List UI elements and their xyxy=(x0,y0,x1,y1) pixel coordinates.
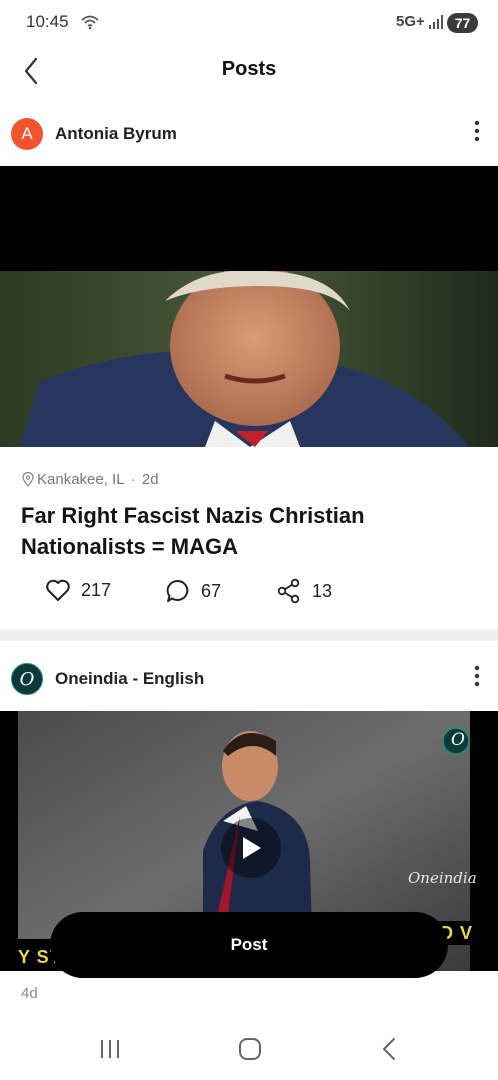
play-button[interactable] xyxy=(221,818,281,878)
post-title[interactable]: Far Right Fascist Nazis Christian Nation… xyxy=(21,500,481,562)
battery-indicator: 77 xyxy=(447,13,478,33)
home-icon[interactable] xyxy=(237,1036,263,1062)
top-app-bar: Posts xyxy=(0,46,498,96)
post-header: A Antonia Byrum xyxy=(0,106,498,162)
author-name[interactable]: Antonia Byrum xyxy=(55,124,177,144)
comment-button[interactable]: 67 xyxy=(165,578,221,604)
share-count: 13 xyxy=(312,580,333,601)
more-vertical-icon[interactable] xyxy=(474,120,480,142)
author-name[interactable]: Oneindia - English xyxy=(55,669,204,689)
post-actions: 217 67 13 xyxy=(0,578,498,612)
location-label: Kankakee, IL xyxy=(37,471,125,488)
post-header: O Oneindia - English xyxy=(0,651,498,707)
avatar[interactable]: O xyxy=(11,663,43,695)
network-type: 5G+ xyxy=(396,13,425,30)
heart-icon xyxy=(46,579,70,601)
avatar[interactable]: A xyxy=(11,118,43,150)
post-image[interactable] xyxy=(0,166,498,447)
like-count: 217 xyxy=(81,579,112,600)
post-divider xyxy=(0,630,498,641)
meta-separator: · xyxy=(126,471,140,488)
status-bar: 10:45 5G+ 77 xyxy=(0,0,498,46)
wifi-icon xyxy=(81,15,99,30)
comment-count: 67 xyxy=(201,580,222,601)
video-watermark: Oneindia xyxy=(408,869,477,887)
share-button[interactable]: 13 xyxy=(276,578,332,604)
play-icon xyxy=(243,837,261,859)
post-age: 4d xyxy=(21,985,38,1002)
system-nav-bar xyxy=(0,1024,498,1080)
post-button[interactable]: Post xyxy=(50,912,448,978)
back-nav-icon[interactable] xyxy=(378,1036,402,1062)
recent-apps-icon[interactable] xyxy=(98,1036,122,1062)
post-photo xyxy=(0,271,498,447)
status-time: 10:45 xyxy=(26,12,69,31)
location-pin-icon xyxy=(22,472,34,487)
post-age: 2d xyxy=(141,471,159,488)
like-button[interactable]: 217 xyxy=(45,578,111,602)
more-vertical-icon[interactable] xyxy=(474,665,480,687)
avatar-letter: O xyxy=(19,668,35,690)
watermark-logo: O xyxy=(451,730,465,750)
share-icon xyxy=(277,578,300,604)
post-meta: Kankakee, IL · 2d xyxy=(21,471,159,488)
comment-icon xyxy=(166,579,189,602)
signal-icon xyxy=(429,15,443,29)
page-title: Posts xyxy=(221,58,277,80)
